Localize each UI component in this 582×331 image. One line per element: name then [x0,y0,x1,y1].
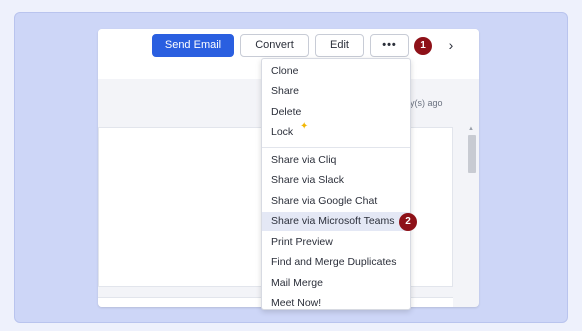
more-actions-menu: Clone Share Delete Lock ✦ Share via Cliq… [261,58,411,310]
menu-item-delete[interactable]: Delete [262,103,410,122]
send-email-button[interactable]: Send Email [152,34,234,57]
menu-item-share-via-google-chat[interactable]: Share via Google Chat [262,192,410,211]
menu-item-print-preview[interactable]: Print Preview [262,233,410,252]
menu-item-meet-now[interactable]: Meet Now! [262,294,410,313]
menu-item-clone[interactable]: Clone [262,62,410,81]
sparkle-icon: ✦ [300,121,309,132]
step-badge-1: 1 [414,37,432,55]
menu-divider [262,147,410,148]
menu-item-mail-merge[interactable]: Mail Merge [262,274,410,293]
convert-button[interactable]: Convert [240,34,309,57]
more-actions-button[interactable]: ••• [370,34,409,57]
edit-button[interactable]: Edit [315,34,364,57]
menu-item-lock-label: Lock [271,126,294,138]
scrollbar[interactable]: ▲ [465,125,477,305]
menu-item-share[interactable]: Share [262,82,410,101]
menu-item-share-via-slack[interactable]: Share via Slack [262,171,410,190]
chevron-right-icon[interactable]: › [444,37,458,53]
step-badge-2: 2 [399,213,417,231]
modified-time-text: ay(s) ago [405,98,443,108]
menu-item-find-and-merge-duplicates[interactable]: Find and Merge Duplicates [262,253,410,272]
menu-item-share-via-microsoft-teams[interactable]: Share via Microsoft Teams [262,212,410,231]
scroll-up-icon[interactable]: ▲ [465,125,477,133]
menu-item-share-via-cliq[interactable]: Share via Cliq [262,151,410,170]
menu-item-lock[interactable]: Lock ✦ [262,121,410,142]
scrollbar-thumb[interactable] [468,135,476,173]
